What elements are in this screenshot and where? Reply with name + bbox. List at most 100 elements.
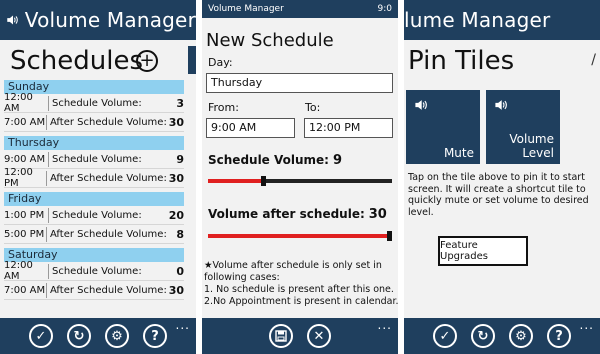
slider-track-filled (208, 179, 263, 183)
schedule-row[interactable]: 12:00 AM Schedule Volume: 3 (4, 92, 184, 114)
day-label: Day: (208, 56, 233, 69)
row-label: Schedule Volume: (52, 265, 142, 277)
page-title: New Schedule (206, 30, 334, 51)
to-label: To: (305, 101, 321, 114)
feature-upgrades-button[interactable]: Feature Upgrades (438, 236, 528, 266)
help-icon[interactable]: ? (547, 324, 571, 348)
note-line: ★Volume after schedule is only set in (204, 260, 382, 271)
settings-icon[interactable]: ⚙ (105, 324, 129, 348)
row-value: 20 (168, 208, 184, 222)
app-bar: ✕ ... (202, 318, 398, 354)
row-label: After Schedule Volume: (49, 228, 167, 240)
schedules-screen: Volume Manager Schedules + Sunday 12:00 … (0, 0, 196, 354)
mute-tile[interactable]: Mute (406, 90, 480, 164)
check-icon[interactable]: ✓ (29, 324, 53, 348)
more-options[interactable]: ... (176, 319, 190, 331)
schedule-row[interactable]: 7:00 AM After Schedule Volume: 30 (4, 113, 184, 132)
sync-icon[interactable]: ↻ (67, 324, 91, 348)
row-time: 12:00 AM (4, 92, 33, 114)
more-options[interactable]: ... (580, 319, 594, 331)
status-clock: 9:0 (377, 4, 392, 14)
schedule-row[interactable]: 5:00 PM After Schedule Volume: 8 (4, 225, 184, 244)
row-value: 9 (176, 152, 184, 166)
row-time: 5:00 PM (4, 228, 45, 240)
from-label: From: (208, 101, 239, 114)
day-header-thursday[interactable]: Thursday (4, 136, 184, 150)
schedule-volume-slider[interactable] (208, 174, 392, 188)
schedule-list: Sunday 12:00 AM Schedule Volume: 3 7:00 … (4, 80, 184, 300)
row-label: After Schedule Volume: (49, 116, 167, 128)
row-time: 12:00 AM (4, 260, 33, 282)
from-time-field[interactable]: 9:00 AM (206, 118, 295, 138)
note-line: 2.No Appointment is present in calendar. (204, 296, 398, 307)
cancel-icon[interactable]: ✕ (307, 324, 331, 348)
schedule-row[interactable]: 12:00 PM After Schedule Volume: 30 (4, 167, 184, 189)
speaker-icon (495, 100, 507, 110)
row-time: 7:00 AM (4, 116, 46, 128)
row-divider (45, 114, 47, 130)
row-divider (45, 282, 47, 298)
row-label: Schedule Volume: (52, 209, 142, 221)
app-title: lume Manager (404, 8, 551, 32)
schedule-volume-value: 9 (332, 153, 343, 168)
tile-label-line: Level (522, 146, 554, 160)
slider-thumb[interactable] (387, 231, 392, 241)
status-app-name: Volume Manager (208, 4, 284, 14)
day-header-friday[interactable]: Friday (4, 192, 184, 206)
page-title: Pin Tiles (408, 46, 515, 76)
after-volume-label-text: Volume after schedule: (208, 207, 365, 221)
info-note: ★Volume after schedule is only set in fo… (204, 260, 398, 308)
row-divider (45, 226, 47, 242)
app-bar: ✓ ↻ ⚙ ? ... (0, 318, 196, 354)
app-header: lume Manager (404, 0, 600, 40)
row-time: 7:00 AM (4, 284, 46, 296)
pin-instructions: Tap on the tile above to pin it to start… (408, 172, 589, 218)
to-time-field[interactable]: 12:00 PM (304, 118, 393, 138)
schedule-volume-label-text: Schedule Volume: (208, 153, 329, 167)
row-label: Schedule Volume: (52, 97, 142, 109)
row-divider (48, 151, 49, 167)
sync-icon[interactable]: ↻ (471, 324, 495, 348)
check-icon[interactable]: ✓ (433, 324, 457, 348)
row-value: 30 (168, 115, 184, 129)
row-value: 0 (176, 264, 184, 278)
row-label: After Schedule Volume: (49, 284, 167, 296)
slider-thumb[interactable] (261, 176, 266, 186)
row-divider (45, 170, 47, 186)
schedule-row[interactable]: 1:00 PM Schedule Volume: 20 (4, 206, 184, 225)
status-bar: Volume Manager 9:0 (202, 0, 398, 18)
note-line: following cases: (204, 272, 280, 283)
volume-level-tile[interactable]: Volume Level (486, 90, 560, 164)
row-value: 30 (168, 283, 184, 297)
new-schedule-screen: Volume Manager 9:0 New Schedule Day: Thu… (202, 0, 398, 354)
app-bar: ✓ ↻ ⚙ ? ... (404, 318, 600, 354)
slider-track-filled (208, 234, 392, 238)
after-volume-slider[interactable] (208, 229, 392, 243)
schedule-volume-label: Schedule Volume: 9 (208, 153, 342, 168)
help-icon[interactable]: ? (143, 324, 167, 348)
schedule-row[interactable]: 12:00 AM Schedule Volume: 0 (4, 260, 184, 282)
pin-tiles-screen: lume Manager Pin Tiles / Mute Volume Lev… (404, 0, 600, 354)
tile-label: Mute (443, 146, 474, 160)
app-title: Volume Manager (24, 8, 196, 32)
more-options[interactable]: ... (378, 319, 392, 331)
speaker-icon (415, 100, 427, 110)
after-volume-value: 30 (368, 207, 387, 222)
next-panel-peek (188, 46, 196, 74)
speaker-icon (7, 15, 18, 25)
after-volume-label: Volume after schedule: 30 (208, 207, 387, 222)
plus-circle-icon[interactable]: + (136, 50, 158, 72)
day-field[interactable]: Thursday (206, 73, 393, 93)
note-line: 1. No schedule is present after this one… (204, 284, 394, 295)
page-title: Schedules (10, 46, 144, 76)
next-panel-peek: / (591, 52, 596, 68)
row-divider (48, 95, 49, 111)
row-divider (48, 207, 49, 223)
row-time: 12:00 PM (4, 167, 33, 189)
row-label: Schedule Volume: (52, 153, 142, 165)
schedule-row[interactable]: 7:00 AM After Schedule Volume: 30 (4, 281, 184, 300)
settings-icon[interactable]: ⚙ (509, 324, 533, 348)
row-value: 30 (168, 171, 184, 185)
save-icon[interactable] (269, 324, 293, 348)
app-header: Volume Manager (0, 0, 196, 40)
